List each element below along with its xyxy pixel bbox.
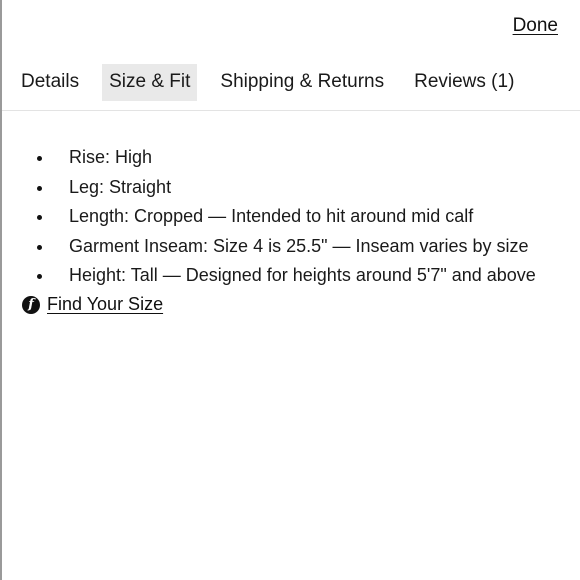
done-button[interactable]: Done	[513, 15, 558, 37]
list-item: Rise: High	[0, 143, 580, 173]
spec-height: Height: Tall — Designed for heights arou…	[69, 265, 536, 286]
list-item: Garment Inseam: Size 4 is 25.5" — Inseam…	[0, 232, 580, 262]
bullet-icon	[37, 215, 42, 221]
list-item: Height: Tall — Designed for heights arou…	[0, 261, 580, 291]
size-fit-list: Rise: High Leg: Straight Length: Cropped…	[0, 143, 580, 291]
spec-rise: Rise: High	[69, 147, 153, 167]
tab-shipping-returns[interactable]: Shipping & Returns	[213, 64, 391, 101]
find-your-size-link[interactable]: f Find Your Size	[22, 294, 163, 315]
tabs-divider	[2, 110, 580, 111]
bullet-icon	[37, 185, 42, 191]
bullet-icon	[37, 244, 42, 250]
tab-reviews[interactable]: Reviews (1)	[407, 64, 521, 101]
fit-logo-icon: f	[22, 295, 40, 314]
find-your-size-label[interactable]: Find Your Size	[47, 294, 163, 315]
list-item: Length: Cropped — Intended to hit around…	[0, 202, 580, 232]
size-fit-panel: Rise: High Leg: Straight Length: Cropped…	[0, 143, 580, 291]
product-tabs: Details Size & Fit Shipping & Returns Re…	[14, 64, 521, 101]
bullet-icon	[37, 156, 42, 161]
tab-details[interactable]: Details	[14, 64, 86, 101]
list-item: Leg: Straight	[0, 173, 580, 203]
spec-leg: Leg: Straight	[69, 176, 172, 197]
spec-length: Length: Cropped — Intended to hit around…	[69, 206, 474, 227]
spec-inseam: Garment Inseam: Size 4 is 25.5" — Inseam…	[69, 235, 529, 256]
tab-size-fit[interactable]: Size & Fit	[102, 64, 198, 101]
bullet-icon	[37, 274, 42, 280]
